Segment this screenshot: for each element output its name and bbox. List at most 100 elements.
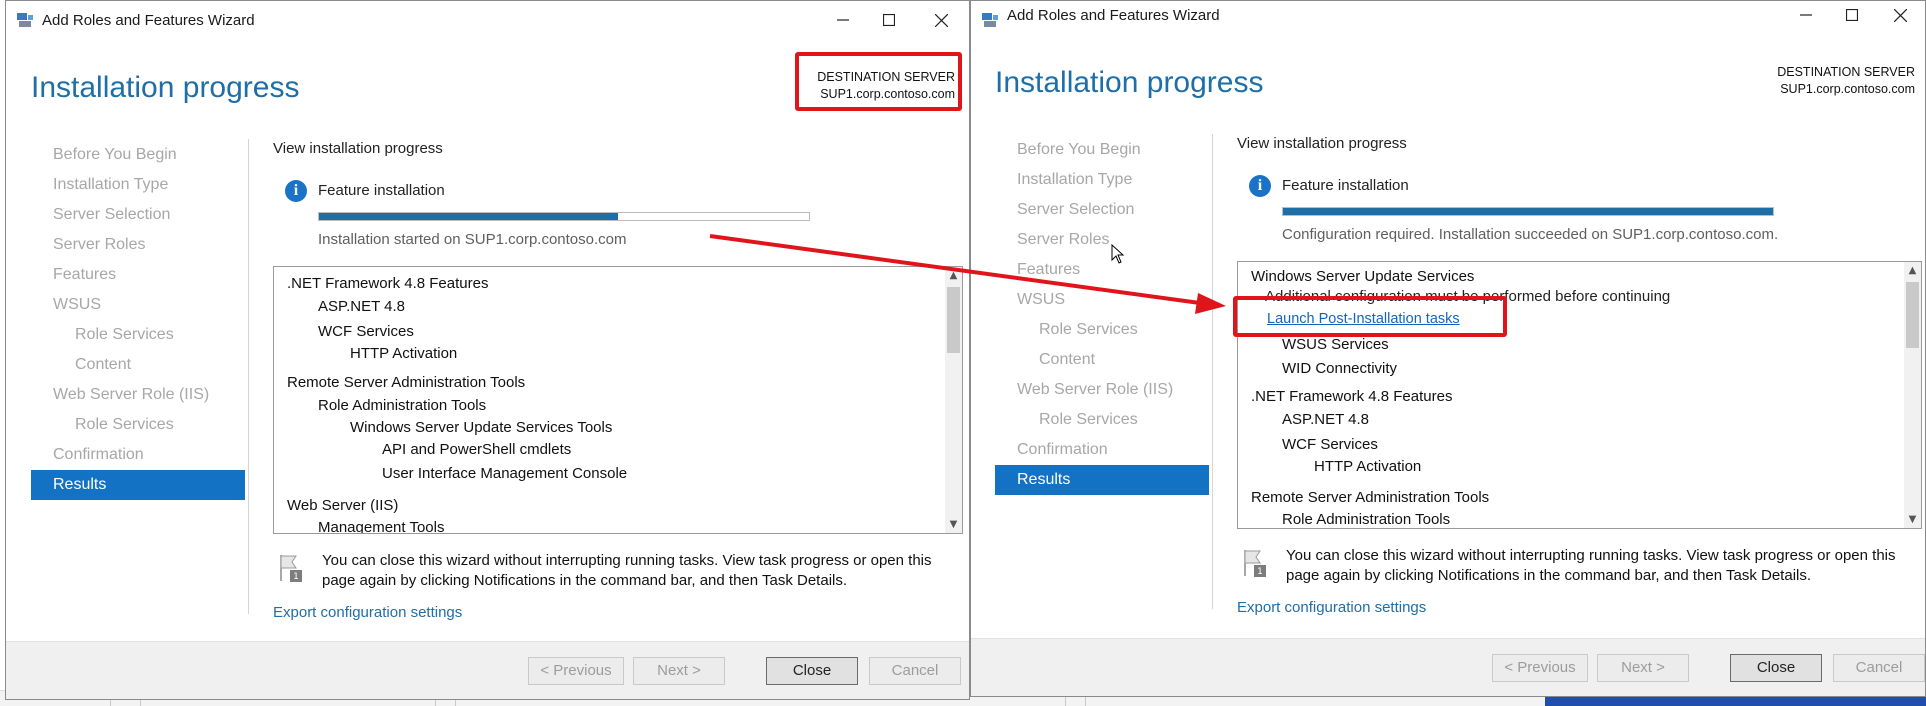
right-wizard-window: Add Roles and Features Wizard Installati… bbox=[970, 0, 1926, 697]
window-title: Add Roles and Features Wizard bbox=[42, 12, 255, 29]
nav-item-iis-role-services[interactable]: Role Services bbox=[995, 405, 1209, 435]
scroll-down-button[interactable]: ▼ bbox=[1904, 511, 1921, 528]
result-item: HTTP Activation bbox=[1314, 458, 1422, 475]
nav-item-content[interactable]: Content bbox=[995, 345, 1209, 375]
right-title-bar[interactable]: Add Roles and Features Wizard bbox=[971, 1, 1925, 39]
minimize-button[interactable] bbox=[820, 3, 866, 37]
result-item: Remote Server Administration Tools bbox=[1251, 489, 1490, 506]
svg-text:1: 1 bbox=[293, 572, 299, 582]
maximize-button[interactable] bbox=[1829, 1, 1875, 32]
svg-text:1: 1 bbox=[1257, 567, 1263, 577]
previous-button[interactable]: < Previous bbox=[1492, 654, 1588, 682]
nav-item-server-roles[interactable]: Server Roles bbox=[31, 230, 245, 260]
destination-label: DESTINATION SERVER bbox=[1777, 65, 1915, 79]
left-title-bar[interactable]: Add Roles and Features Wizard bbox=[6, 1, 969, 39]
wizard-app-icon bbox=[982, 13, 998, 27]
result-item: Role Administration Tools bbox=[1282, 511, 1451, 528]
result-item: ASP.NET 4.8 bbox=[318, 298, 405, 315]
cancel-button[interactable]: Cancel bbox=[1833, 654, 1925, 682]
close-button[interactable]: Close bbox=[766, 657, 858, 685]
nav-item-before-you-begin[interactable]: Before You Begin bbox=[995, 135, 1209, 165]
launch-link-highlight-box bbox=[1233, 296, 1507, 337]
nav-item-server-selection[interactable]: Server Selection bbox=[995, 195, 1209, 225]
taskbar-highlight bbox=[1545, 696, 1926, 706]
destination-server-name: SUP1.corp.contoso.com bbox=[1780, 82, 1915, 96]
maximize-button[interactable] bbox=[866, 3, 912, 37]
nav-item-before-you-begin[interactable]: Before You Begin bbox=[31, 140, 245, 170]
cancel-button[interactable]: Cancel bbox=[869, 657, 961, 685]
nav-item-iis-role-services[interactable]: Role Services bbox=[31, 410, 245, 440]
nav-item-server-selection[interactable]: Server Selection bbox=[31, 200, 245, 230]
view-progress-label: View installation progress bbox=[1237, 135, 1407, 152]
minimize-icon bbox=[1800, 14, 1812, 16]
scroll-thumb[interactable] bbox=[947, 287, 960, 353]
nav-item-features[interactable]: Features bbox=[31, 260, 245, 290]
export-configuration-link[interactable]: Export configuration settings bbox=[1237, 599, 1426, 616]
nav-item-installation-type[interactable]: Installation Type bbox=[995, 165, 1209, 195]
window-close-button[interactable] bbox=[918, 3, 964, 37]
feature-installation-label: Feature installation bbox=[318, 182, 445, 199]
close-icon bbox=[1893, 8, 1907, 22]
nav-item-content[interactable]: Content bbox=[31, 350, 245, 380]
nav-item-wsus[interactable]: WSUS bbox=[995, 285, 1209, 315]
nav-item-wsus-role-services[interactable]: Role Services bbox=[995, 315, 1209, 345]
result-item: Management Tools bbox=[318, 519, 445, 534]
destination-server-block: DESTINATION SERVER SUP1.corp.contoso.com bbox=[1777, 64, 1915, 98]
scroll-thumb[interactable] bbox=[1906, 282, 1919, 348]
nav-item-confirmation[interactable]: Confirmation bbox=[31, 440, 245, 470]
destination-highlight-box bbox=[795, 52, 962, 111]
view-progress-label: View installation progress bbox=[273, 140, 443, 157]
next-button[interactable]: Next > bbox=[1597, 654, 1689, 682]
result-item: WSUS Services bbox=[1282, 336, 1389, 353]
close-wizard-note: You can close this wizard without interr… bbox=[322, 552, 932, 589]
result-item: Windows Server Update Services Tools bbox=[350, 419, 613, 436]
result-item: WID Connectivity bbox=[1282, 360, 1398, 377]
nav-item-server-roles[interactable]: Server Roles bbox=[995, 225, 1209, 255]
nav-divider bbox=[248, 139, 249, 614]
info-icon: i bbox=[1249, 175, 1271, 197]
nav-item-confirmation[interactable]: Confirmation bbox=[995, 435, 1209, 465]
minimize-button[interactable] bbox=[1783, 1, 1829, 32]
close-wizard-note: You can close this wizard without interr… bbox=[1286, 547, 1896, 584]
result-item: Web Server (IIS) bbox=[287, 497, 399, 514]
results-scrollbar[interactable]: ▲ ▼ bbox=[1904, 262, 1921, 528]
nav-item-results[interactable]: Results bbox=[995, 465, 1209, 495]
maximize-icon bbox=[1846, 9, 1858, 21]
wizard-app-icon bbox=[17, 13, 33, 27]
scroll-down-button[interactable]: ▼ bbox=[945, 516, 962, 533]
scroll-up-button[interactable]: ▲ bbox=[1904, 262, 1921, 279]
nav-item-installation-type[interactable]: Installation Type bbox=[31, 170, 245, 200]
nav-item-wsus[interactable]: WSUS bbox=[31, 290, 245, 320]
installation-status-text: Installation started on SUP1.corp.contos… bbox=[318, 231, 627, 248]
result-item: WCF Services bbox=[1282, 436, 1378, 453]
notification-flag-icon: 1 bbox=[280, 555, 302, 582]
close-button[interactable]: Close bbox=[1730, 654, 1822, 682]
next-button[interactable]: Next > bbox=[633, 657, 725, 685]
result-item: HTTP Activation bbox=[350, 345, 458, 362]
wizard-footer: < Previous Next > Close Cancel bbox=[971, 638, 1925, 696]
result-item: Remote Server Administration Tools bbox=[287, 374, 526, 391]
result-item: Role Administration Tools bbox=[318, 397, 487, 414]
info-icon: i bbox=[285, 180, 307, 202]
nav-item-results[interactable]: Results bbox=[31, 470, 245, 500]
minimize-icon bbox=[837, 19, 849, 21]
nav-item-features[interactable]: Features bbox=[995, 255, 1209, 285]
nav-divider bbox=[1212, 134, 1213, 609]
results-list[interactable]: .NET Framework 4.8 Features ASP.NET 4.8 … bbox=[273, 266, 963, 534]
nav-item-web-server-role[interactable]: Web Server Role (IIS) bbox=[31, 380, 245, 410]
export-configuration-link[interactable]: Export configuration settings bbox=[273, 604, 462, 621]
nav-item-wsus-role-services[interactable]: Role Services bbox=[31, 320, 245, 350]
installation-progress-bar bbox=[318, 212, 810, 221]
result-item: .NET Framework 4.8 Features bbox=[287, 275, 489, 292]
progress-fill bbox=[319, 213, 618, 220]
scroll-up-button[interactable]: ▲ bbox=[945, 267, 962, 284]
nav-item-web-server-role[interactable]: Web Server Role (IIS) bbox=[995, 375, 1209, 405]
progress-fill bbox=[1283, 208, 1773, 215]
previous-button[interactable]: < Previous bbox=[528, 657, 624, 685]
window-close-button[interactable] bbox=[1877, 1, 1923, 32]
maximize-icon bbox=[883, 14, 895, 26]
window-title: Add Roles and Features Wizard bbox=[1007, 7, 1220, 24]
page-heading: Installation progress bbox=[995, 66, 1264, 99]
result-item: User Interface Management Console bbox=[382, 465, 628, 482]
results-scrollbar[interactable]: ▲ ▼ bbox=[945, 267, 962, 533]
